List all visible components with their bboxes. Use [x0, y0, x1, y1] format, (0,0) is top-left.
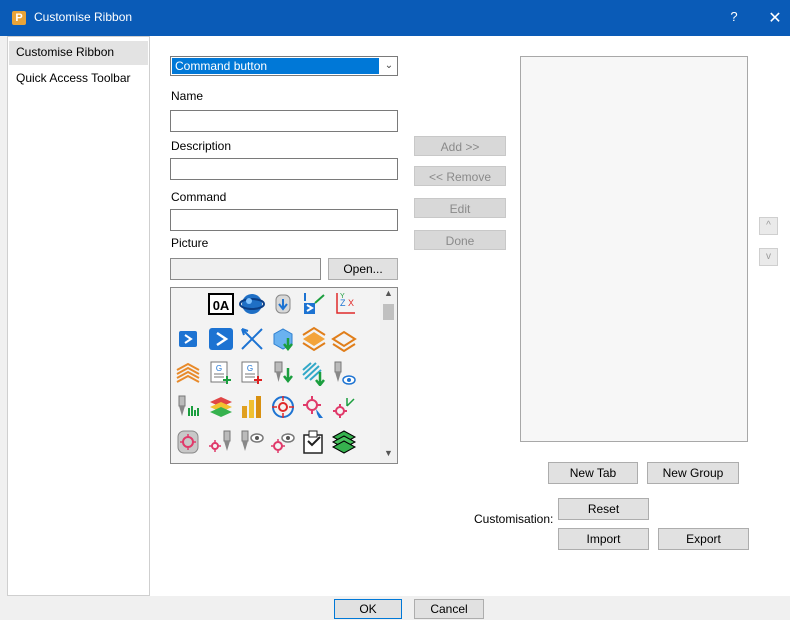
- command-field[interactable]: [170, 209, 398, 231]
- picture-grid-scrollbar[interactable]: ▲ ▼: [380, 288, 397, 463]
- item-type-value: Command button: [172, 58, 379, 74]
- remove-button[interactable]: << Remove: [414, 166, 506, 186]
- cylinder-target-icon[interactable]: [175, 429, 201, 455]
- scrollbar-thumb[interactable]: [383, 304, 394, 320]
- layers-outline-icon[interactable]: [331, 326, 357, 353]
- edit-button[interactable]: Edit: [414, 198, 506, 218]
- svg-text:Y: Y: [340, 293, 345, 300]
- target-eye-icon[interactable]: [270, 429, 296, 455]
- new-group-button[interactable]: New Group: [647, 462, 739, 484]
- customisation-label: Customisation:: [474, 512, 554, 526]
- stripes-green-down-icon[interactable]: [301, 360, 327, 388]
- export-button[interactable]: Export: [658, 528, 749, 550]
- tool-down-icon[interactable]: [270, 360, 296, 386]
- cube-down-icon[interactable]: [270, 326, 296, 352]
- cross-arrows-icon[interactable]: [239, 326, 265, 352]
- scroll-down-icon[interactable]: ▼: [383, 448, 394, 462]
- picture-grid[interactable]: 0A ZXY G G ▲ ▼: [170, 287, 398, 464]
- layers-stack-icon[interactable]: [208, 394, 234, 420]
- add-button[interactable]: Add >>: [414, 136, 506, 156]
- svg-text:G: G: [247, 364, 253, 373]
- picture-path-field[interactable]: [170, 258, 321, 280]
- nav-item-quick-access-toolbar[interactable]: Quick Access Toolbar: [9, 67, 148, 91]
- chevron-down-icon[interactable]: ⌄: [382, 57, 396, 75]
- category-list: Customise Ribbon Quick Access Toolbar: [7, 36, 150, 596]
- name-field[interactable]: [170, 110, 398, 132]
- svg-text:G: G: [216, 364, 222, 373]
- gcode-add2-icon[interactable]: G: [239, 360, 265, 386]
- name-label: Name: [171, 89, 204, 103]
- command-label: Command: [171, 190, 227, 204]
- window-title: Customise Ribbon: [34, 10, 133, 24]
- done-button[interactable]: Done: [414, 230, 506, 250]
- layers-orange-icon[interactable]: [301, 326, 327, 352]
- cancel-button[interactable]: Cancel: [414, 599, 484, 619]
- nav-item-customise-ribbon[interactable]: Customise Ribbon: [9, 41, 148, 65]
- globe-icon[interactable]: [239, 291, 265, 317]
- circle-refresh-icon[interactable]: [270, 394, 296, 420]
- import-button[interactable]: Import: [558, 528, 649, 550]
- stripes-orange-icon[interactable]: [175, 360, 201, 386]
- new-tab-button[interactable]: New Tab: [548, 462, 638, 484]
- picture-label: Picture: [171, 236, 209, 250]
- move-down-button[interactable]: v: [759, 248, 778, 266]
- layers-green-icon[interactable]: [331, 429, 357, 455]
- open-button[interactable]: Open...: [328, 258, 398, 280]
- ok-button[interactable]: OK: [334, 599, 402, 619]
- description-label: Description: [171, 139, 232, 153]
- move-up-button[interactable]: ^: [759, 217, 778, 235]
- description-field[interactable]: [170, 158, 398, 180]
- target-cursor-icon[interactable]: [301, 394, 327, 420]
- close-button[interactable]: ✕: [764, 8, 786, 28]
- scroll-up-icon[interactable]: ▲: [383, 288, 394, 302]
- blank-icon[interactable]: [175, 291, 201, 317]
- clipboard-icon[interactable]: [301, 429, 327, 455]
- bars-yellow-icon[interactable]: [239, 394, 265, 420]
- reset-button[interactable]: Reset: [558, 498, 649, 520]
- play-small-icon[interactable]: [175, 326, 201, 352]
- arrow-axis-icon[interactable]: [301, 291, 327, 317]
- target-tool-icon[interactable]: [208, 429, 234, 455]
- target-axis-icon[interactable]: [331, 394, 357, 420]
- cylinder-down-icon[interactable]: [270, 291, 296, 317]
- svg-text:0A: 0A: [213, 298, 230, 313]
- help-button[interactable]: ?: [724, 9, 744, 27]
- app-logo-icon: P: [12, 11, 26, 25]
- item-type-select[interactable]: Command button ⌄: [170, 56, 398, 76]
- tool-eye-icon[interactable]: [331, 360, 357, 386]
- gcode-add-icon[interactable]: G: [208, 360, 234, 386]
- tool-green-icon[interactable]: [175, 394, 201, 420]
- tool-eye2-icon[interactable]: [239, 429, 265, 455]
- zero-a-icon[interactable]: 0A: [208, 291, 234, 317]
- svg-text:X: X: [348, 298, 354, 308]
- play-icon[interactable]: [208, 326, 234, 352]
- zyx-axis-icon[interactable]: ZXY: [331, 291, 357, 317]
- ribbon-tree[interactable]: [520, 56, 748, 442]
